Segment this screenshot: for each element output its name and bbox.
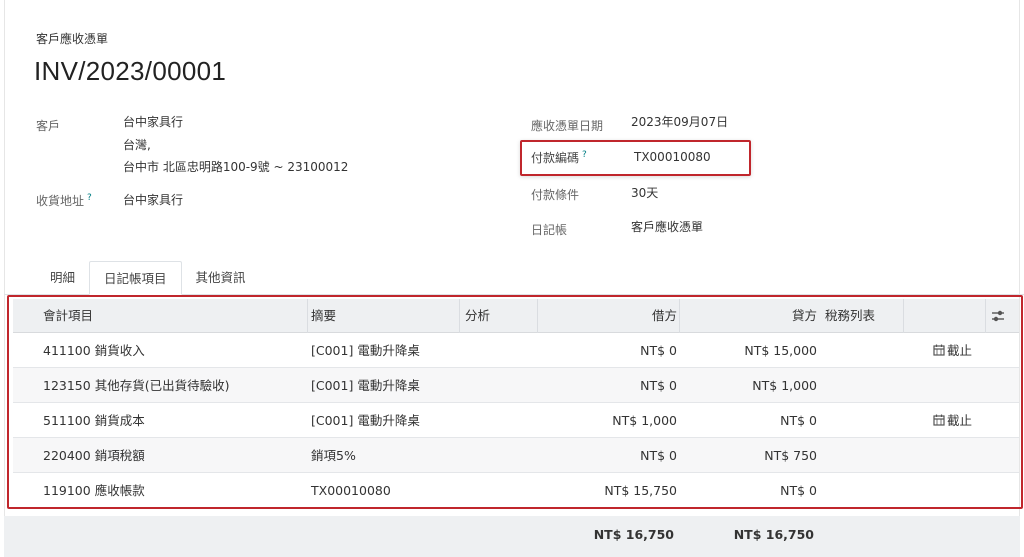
column-taxes[interactable]: 稅務列表 <box>825 299 875 333</box>
column-label[interactable]: 摘要 <box>311 299 336 333</box>
total-credit: NT$ 16,750 <box>733 527 814 542</box>
invoice-date-value[interactable]: 2023年09月07日 <box>631 112 728 133</box>
journal-label: 日記帳 <box>531 223 568 237</box>
row-credit: NT$ 15,000 <box>744 343 817 358</box>
customer-label: 客戶 <box>36 119 61 133</box>
table-row[interactable]: 119100 應收帳款 TX00010080 NT$ 15,750 NT$ 0 <box>13 473 1019 508</box>
delivery-address-link[interactable]: 台中家具行 <box>123 190 183 211</box>
cutoff-label: 截止 <box>947 343 973 358</box>
tab-journal-items[interactable]: 日記帳項目 <box>89 261 182 295</box>
invoice-number-title: INV/2023/00001 <box>34 56 227 86</box>
row-credit: NT$ 1,000 <box>752 378 817 393</box>
row-credit: NT$ 0 <box>780 413 817 428</box>
column-credit[interactable]: 貸方 <box>679 299 817 333</box>
column-debit[interactable]: 借方 <box>537 299 677 333</box>
table-row[interactable]: 511100 銷貨成本 [C001] 電動升降桌 NT$ 1,000 NT$ 0… <box>13 403 1019 438</box>
table-totals-footer: NT$ 16,750 NT$ 16,750 <box>4 516 1020 557</box>
optional-columns-sliders-icon[interactable] <box>991 310 1005 322</box>
payment-terms-value[interactable]: 30天 <box>631 183 658 204</box>
row-label: TX00010080 <box>311 483 391 498</box>
row-account: 220400 銷項稅額 <box>43 448 145 463</box>
row-label: [C001] 電動升降桌 <box>311 413 420 428</box>
calendar-icon <box>933 414 945 426</box>
row-credit: NT$ 0 <box>780 483 817 498</box>
row-label: 銷項5% <box>311 448 356 463</box>
row-debit: NT$ 0 <box>640 343 677 358</box>
row-label: [C001] 電動升降桌 <box>311 343 420 358</box>
customer-address-line2: 台中市 北區忠明路100-9號 ~ 23100012 <box>123 160 349 174</box>
delivery-address-label: 收貨地址? <box>36 193 92 208</box>
table-row[interactable]: 411100 銷貨收入 [C001] 電動升降桌 NT$ 0 NT$ 15,00… <box>13 333 1019 368</box>
row-debit: NT$ 15,750 <box>604 483 677 498</box>
row-account: 123150 其他存貨(已出貨待驗收) <box>43 378 230 393</box>
tab-invoice-lines[interactable]: 明細 <box>36 261 89 295</box>
column-analytic[interactable]: 分析 <box>465 299 490 333</box>
column-account[interactable]: 會計項目 <box>43 299 93 333</box>
column-divider <box>459 299 460 333</box>
tab-other-info[interactable]: 其他資訊 <box>182 261 260 295</box>
total-debit: NT$ 16,750 <box>593 527 674 542</box>
table-row[interactable]: 123150 其他存貨(已出貨待驗收) [C001] 電動升降桌 NT$ 0 N… <box>13 368 1019 403</box>
column-divider <box>307 299 308 333</box>
journal-items-table: 會計項目 摘要 分析 借方 貸方 稅務列表 411100 銷貨收入 [C001]… <box>7 295 1023 509</box>
row-account: 511100 銷貨成本 <box>43 413 145 428</box>
row-label: [C001] 電動升降桌 <box>311 378 420 393</box>
table-row[interactable]: 220400 銷項稅額 銷項5% NT$ 0 NT$ 750 <box>13 438 1019 473</box>
row-debit: NT$ 1,000 <box>612 413 677 428</box>
journal-value[interactable]: 客戶應收憑單 <box>631 217 703 238</box>
table-header: 會計項目 摘要 分析 借方 貸方 稅務列表 <box>13 299 1019 333</box>
row-debit: NT$ 0 <box>640 448 677 463</box>
calendar-icon <box>933 344 945 356</box>
row-account: 119100 應收帳款 <box>43 483 145 498</box>
invoice-date-label: 應收憑單日期 <box>531 119 604 133</box>
column-divider <box>985 299 986 333</box>
payment-terms-label: 付款條件 <box>531 188 580 202</box>
column-divider <box>903 299 904 333</box>
document-type-label: 客戶應收憑單 <box>36 32 109 46</box>
payment-ref-help-icon[interactable]: ? <box>582 150 587 160</box>
cutoff-label: 截止 <box>947 413 973 428</box>
row-credit: NT$ 750 <box>764 448 817 463</box>
delivery-help-icon[interactable]: ? <box>87 193 92 203</box>
cutoff-button[interactable]: 截止 <box>933 333 972 368</box>
customer-address-line1: 台灣, <box>123 138 151 152</box>
payment-reference-label: 付款編碼? <box>531 150 587 165</box>
payment-reference-value[interactable]: TX00010080 <box>634 147 711 168</box>
customer-name-link[interactable]: 台中家具行 <box>123 112 183 133</box>
cutoff-button[interactable]: 截止 <box>933 403 972 438</box>
notebook-tabs: 明細 日記帳項目 其他資訊 <box>36 261 260 295</box>
row-account: 411100 銷貨收入 <box>43 343 145 358</box>
row-debit: NT$ 0 <box>640 378 677 393</box>
